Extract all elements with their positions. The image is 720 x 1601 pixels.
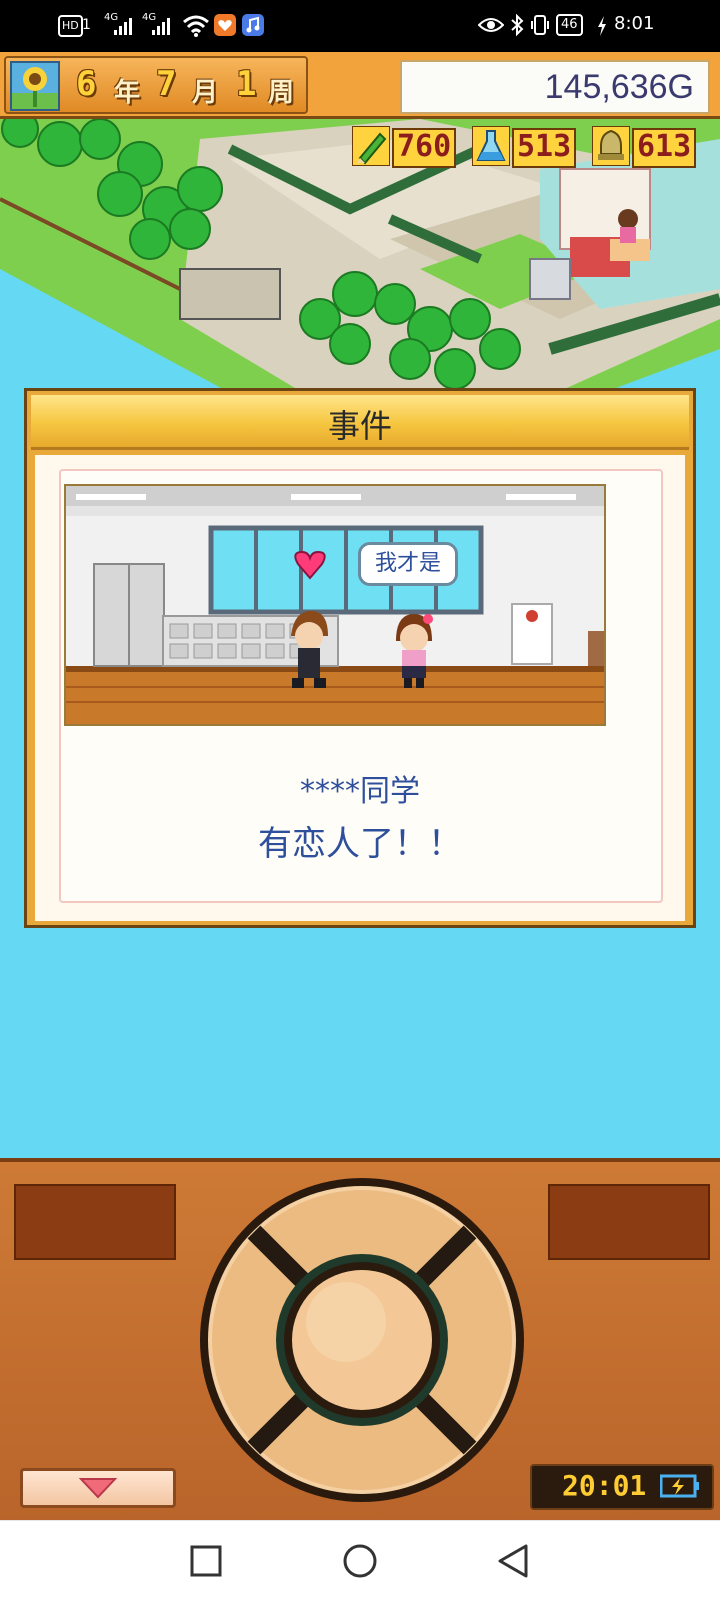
battery-icon: 46: [556, 14, 583, 36]
week-value: 1: [236, 64, 257, 104]
signal-icon: [152, 18, 170, 35]
event-titlebar: 事件: [31, 395, 689, 450]
charging-icon: [598, 16, 606, 36]
controller-panel: 20:01: [0, 1158, 720, 1524]
bell-icon: [592, 126, 630, 166]
research-value: 513: [512, 128, 577, 168]
week-unit: 周: [268, 78, 295, 108]
flask-icon: [472, 126, 510, 166]
recent-apps-icon[interactable]: [190, 1545, 222, 1577]
event-scene-image: 我才是: [64, 484, 606, 726]
sim-indicator: 1: [82, 17, 91, 33]
status-time: 8:01: [614, 13, 655, 34]
sunflower-icon: [10, 61, 60, 111]
game-clock-panel: 20:01: [530, 1464, 714, 1510]
money-display: 145,636G: [400, 60, 710, 114]
signal-icon: [114, 18, 132, 35]
year-unit: 年: [114, 78, 141, 108]
vibrate-icon: [531, 15, 549, 35]
left-shoulder-slot[interactable]: [14, 1184, 176, 1260]
system-nav-bar: [0, 1520, 720, 1601]
right-shoulder-slot[interactable]: [548, 1184, 710, 1260]
year-value: 6: [76, 64, 97, 104]
eye-icon: [478, 18, 504, 32]
battery-charging-icon: [660, 1474, 699, 1498]
stats-bar: 760 513 613: [352, 126, 714, 168]
back-icon[interactable]: [496, 1543, 530, 1579]
month-unit: 月: [192, 78, 219, 108]
fame-stat: 613: [592, 126, 714, 168]
bluetooth-icon: [511, 14, 524, 36]
event-title: 事件: [327, 407, 392, 445]
down-arrow-icon: [78, 1478, 118, 1499]
event-message-line1: ****同学: [300, 774, 420, 809]
study-stat: 760: [352, 126, 470, 168]
pencil-icon: [352, 126, 390, 166]
directional-pad[interactable]: [196, 1174, 528, 1506]
menu-toggle-button[interactable]: [20, 1468, 176, 1508]
hd-icon: HD: [58, 15, 83, 37]
notification-app-icon: [214, 14, 236, 36]
event-message-line2: 有恋人了！！: [258, 824, 462, 864]
speech-bubble: 我才是: [358, 542, 458, 586]
research-stat: 513: [472, 126, 590, 168]
home-icon[interactable]: [342, 1543, 378, 1579]
fame-value: 613: [632, 128, 697, 168]
status-bar: HD 1 4G 4G 46 8:01: [0, 0, 720, 52]
date-panel: 6 年 7 月 1 周: [4, 56, 308, 114]
money-value: 145,636G: [544, 68, 694, 106]
game-clock: 20:01: [562, 1469, 647, 1502]
study-value: 760: [392, 128, 457, 168]
month-value: 7: [156, 64, 177, 104]
wifi-icon: [183, 15, 209, 37]
music-app-icon: [242, 14, 264, 36]
